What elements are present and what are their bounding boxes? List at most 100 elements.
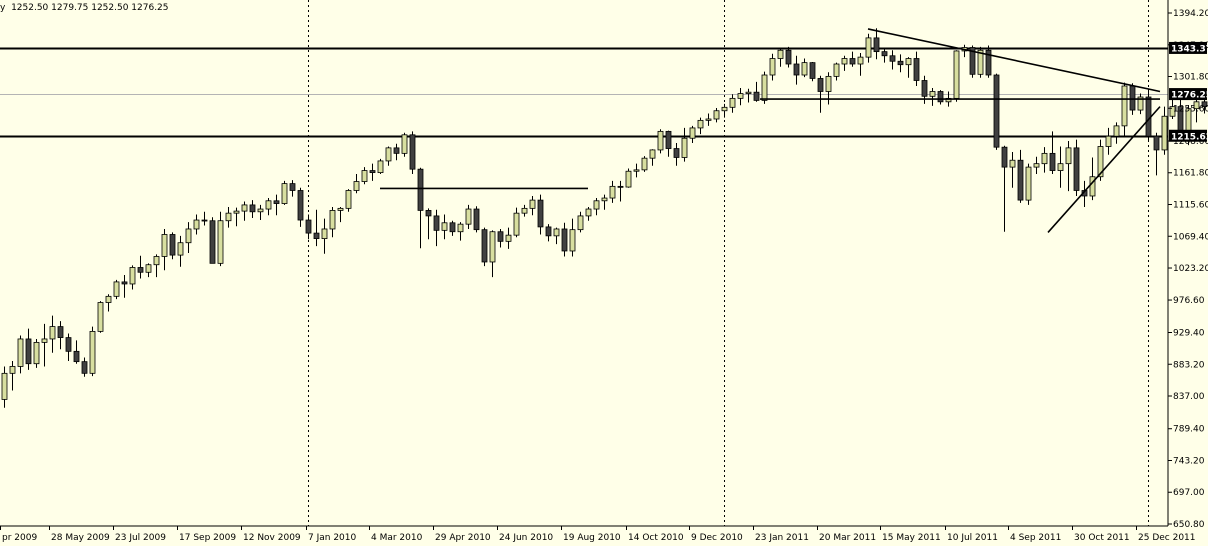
- price-tick-label: 1394.20: [1173, 9, 1208, 19]
- candle: [953, 50, 960, 102]
- candle-body-bull: [225, 212, 232, 222]
- price-tick-label: 697.00: [1173, 488, 1205, 498]
- ohlc-values: 1252.50 1279.75 1252.50 1276.25: [11, 3, 169, 13]
- candle-body-bull: [1, 372, 8, 400]
- time-tick-label: 4 Sep 2011: [1010, 533, 1061, 543]
- candle-body-bear: [753, 91, 760, 101]
- candle: [473, 206, 480, 233]
- candle-body-bull: [457, 223, 464, 233]
- candle-body-bear: [209, 220, 216, 264]
- candle-body-bear: [273, 200, 280, 204]
- candle-body-bull: [1041, 152, 1048, 165]
- candle: [977, 46, 984, 78]
- candle-body-bear: [121, 281, 128, 285]
- candle-body-bull: [385, 147, 392, 162]
- candle-body-bull: [585, 208, 592, 217]
- candle-body-bear: [1049, 152, 1056, 171]
- time-tick-label: 20 Mar 2011: [819, 533, 876, 543]
- time-tick-label: 28 May 2009: [51, 533, 110, 543]
- candle-body-bull: [329, 210, 336, 230]
- candle-body-bull: [97, 302, 104, 332]
- candle-body-bear: [1073, 147, 1080, 191]
- candle: [809, 61, 816, 82]
- candle-body-bull: [689, 127, 696, 139]
- candle-body-bull: [41, 338, 48, 343]
- candle-body-bull: [601, 197, 608, 202]
- candle-body-bear: [201, 219, 208, 222]
- candle: [641, 156, 648, 172]
- candle-body-bear: [897, 60, 904, 66]
- candle-body-bear: [793, 63, 800, 76]
- candle-body-bear: [921, 80, 928, 97]
- candle-body-bear: [873, 37, 880, 53]
- candle-body-bear: [81, 361, 88, 374]
- candle: [409, 131, 416, 174]
- candle-body-bear: [409, 134, 416, 170]
- candle-body-bear: [25, 338, 32, 365]
- candle: [97, 301, 104, 333]
- symbol-fragment: y: [0, 3, 6, 13]
- price-tick-label: 743.20: [1173, 456, 1205, 466]
- price-tag: 1215.62: [1169, 129, 1208, 142]
- candle-body-bear: [785, 49, 792, 65]
- price-tag-label: 1343.37: [1171, 44, 1208, 54]
- price-tick-label: 650.80: [1173, 520, 1205, 530]
- candle-body-bear: [433, 215, 440, 231]
- candle-body-bull: [113, 281, 120, 297]
- candle-body-bear: [137, 267, 144, 273]
- candle-body-bull: [777, 49, 784, 59]
- candle: [89, 326, 96, 377]
- candle-body-bull: [1025, 166, 1032, 201]
- candle-body-bear: [481, 229, 488, 263]
- candle-body-bear: [545, 226, 552, 237]
- candle-body-bull: [129, 267, 136, 285]
- candle-body-bear: [913, 58, 920, 81]
- candle-body-bear: [249, 204, 256, 213]
- time-tick-label: 23 Jan 2011: [755, 533, 809, 543]
- candle-body-bull: [737, 93, 744, 99]
- candlestick-chart[interactable]: 1394.201347.901301.801255.601208.001161.…: [0, 0, 1208, 546]
- candle-body-bear: [289, 183, 296, 191]
- candle-body-bull: [865, 37, 872, 58]
- candle-body-bull: [841, 58, 848, 65]
- candle-body-bull: [681, 137, 688, 158]
- time-tick-label: 17 Sep 2009: [179, 533, 236, 543]
- time-tick-label: pr 2009: [2, 533, 37, 543]
- time-tick-label: 7 Jan 2010: [308, 533, 356, 543]
- candle-body-bear: [1001, 146, 1008, 168]
- candle-body-bull: [185, 228, 192, 244]
- time-tick-label: 10 Jul 2011: [947, 533, 998, 543]
- candle-body-bear: [817, 78, 824, 92]
- candle-body-bull: [833, 63, 840, 77]
- price-tick-label: 1301.80: [1173, 73, 1208, 83]
- candle-body-bull: [33, 341, 40, 365]
- candle-body-bull: [377, 160, 384, 174]
- price-tick-label: 1069.40: [1173, 232, 1208, 242]
- candle-body-bear: [369, 170, 376, 174]
- candle-body-bull: [345, 190, 352, 209]
- candle-body-bear: [169, 234, 176, 256]
- price-tick-label: 883.20: [1173, 360, 1205, 370]
- time-tick-label: 15 May 2011: [882, 533, 941, 543]
- candle-body-bull: [505, 234, 512, 242]
- candle-body-bear: [665, 130, 672, 149]
- candle-body-bull: [857, 56, 864, 65]
- candle-body-bull: [257, 208, 264, 213]
- candle-body-bear: [561, 228, 568, 252]
- candle-body-bull: [441, 222, 448, 231]
- candle-body-bull: [769, 58, 776, 76]
- candle-body-bull: [657, 130, 664, 151]
- candle-body-bull: [321, 228, 328, 239]
- candle-body-bull: [361, 170, 368, 182]
- candle-body-bear: [889, 55, 896, 62]
- candle-body-bull: [353, 181, 360, 191]
- candle-body-bear: [297, 190, 304, 221]
- candle-body-bear: [537, 199, 544, 228]
- price-tick-label: 1023.20: [1173, 264, 1208, 274]
- candle-body-bull: [721, 106, 728, 112]
- candle-body-bull: [801, 62, 808, 76]
- candle: [33, 338, 40, 368]
- chart-area[interactable]: 1394.201347.901301.801255.601208.001161.…: [0, 0, 1208, 546]
- candle-body-bear: [449, 222, 456, 233]
- candle-body-bull: [49, 326, 56, 340]
